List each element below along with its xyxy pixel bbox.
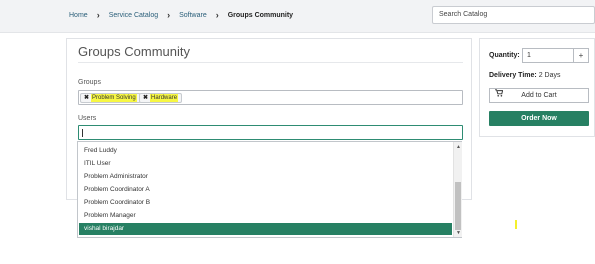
search-placeholder: Search Catalog [439, 11, 488, 18]
chevron-right-icon: › [167, 10, 171, 20]
users-dropdown-list: Fred Luddy ITIL User Problem Administrat… [78, 142, 452, 237]
group-tag-label: Hardware [150, 94, 179, 102]
groups-label: Groups [78, 79, 101, 86]
order-panel: Quantity: 1 + Delivery Time: 2 Days Add … [479, 38, 595, 137]
text-caret [82, 129, 83, 137]
cart-icon [495, 89, 504, 102]
highlight-mark [515, 220, 517, 229]
add-to-cart-button[interactable]: Add to Cart [489, 88, 589, 103]
list-item[interactable]: Problem Coordinator B [79, 197, 452, 209]
quantity-value: 1 [527, 52, 531, 59]
group-tag: ✖ Hardware [139, 93, 183, 103]
list-item[interactable]: Problem Manager [79, 210, 452, 222]
title-divider [78, 62, 463, 63]
list-item[interactable]: Problem Administrator [79, 171, 452, 183]
list-item[interactable]: Problem Coordinator A [79, 184, 452, 196]
dropdown-scrollbar[interactable]: ▲ ▼ [453, 142, 462, 237]
search-input[interactable]: Search Catalog [432, 6, 595, 24]
chevron-right-icon: › [96, 10, 100, 20]
chevron-up-icon[interactable]: ▲ [456, 144, 461, 150]
delivery-time-label: Delivery Time: [489, 72, 537, 79]
delivery-time: Delivery Time: 2 Days [489, 72, 560, 79]
quantity-stepper[interactable]: + [574, 48, 589, 63]
list-item-selected[interactable]: vishal birajdar [79, 223, 452, 235]
order-now-button[interactable]: Order Now [489, 111, 589, 126]
scrollbar-thumb[interactable] [455, 182, 461, 230]
users-input[interactable] [78, 125, 463, 140]
group-tag-label: Problem Solving [91, 94, 137, 102]
users-dropdown: Fred Luddy ITIL User Problem Administrat… [77, 141, 462, 238]
quantity-label: Quantity: [489, 52, 520, 59]
close-icon[interactable]: ✖ [84, 94, 89, 102]
breadcrumb-service-catalog-link[interactable]: Service Catalog [109, 12, 158, 19]
top-bar: Home › Service Catalog › Software › Grou… [0, 0, 595, 33]
quantity-field[interactable]: 1 [522, 48, 574, 63]
groups-multiselect[interactable]: ✖ Problem Solving ✖ Hardware [78, 90, 463, 105]
close-icon[interactable]: ✖ [143, 94, 148, 102]
list-item[interactable]: Fred Luddy [79, 145, 452, 157]
chevron-down-icon[interactable]: ▼ [456, 230, 461, 236]
breadcrumb: Home › Service Catalog › Software › Grou… [69, 10, 294, 20]
group-tag: ✖ Problem Solving [80, 93, 141, 103]
add-to-cart-label: Add to Cart [521, 92, 557, 99]
chevron-right-icon: › [215, 10, 219, 20]
list-item[interactable]: ITIL User [79, 158, 452, 170]
breadcrumb-current: Groups Community [227, 12, 294, 19]
breadcrumb-software-link[interactable]: Software [179, 12, 207, 19]
delivery-time-value: 2 Days [538, 72, 561, 79]
users-label: Users [78, 115, 97, 122]
breadcrumb-home-link[interactable]: Home [69, 12, 88, 19]
page-title: Groups Community [78, 44, 190, 59]
